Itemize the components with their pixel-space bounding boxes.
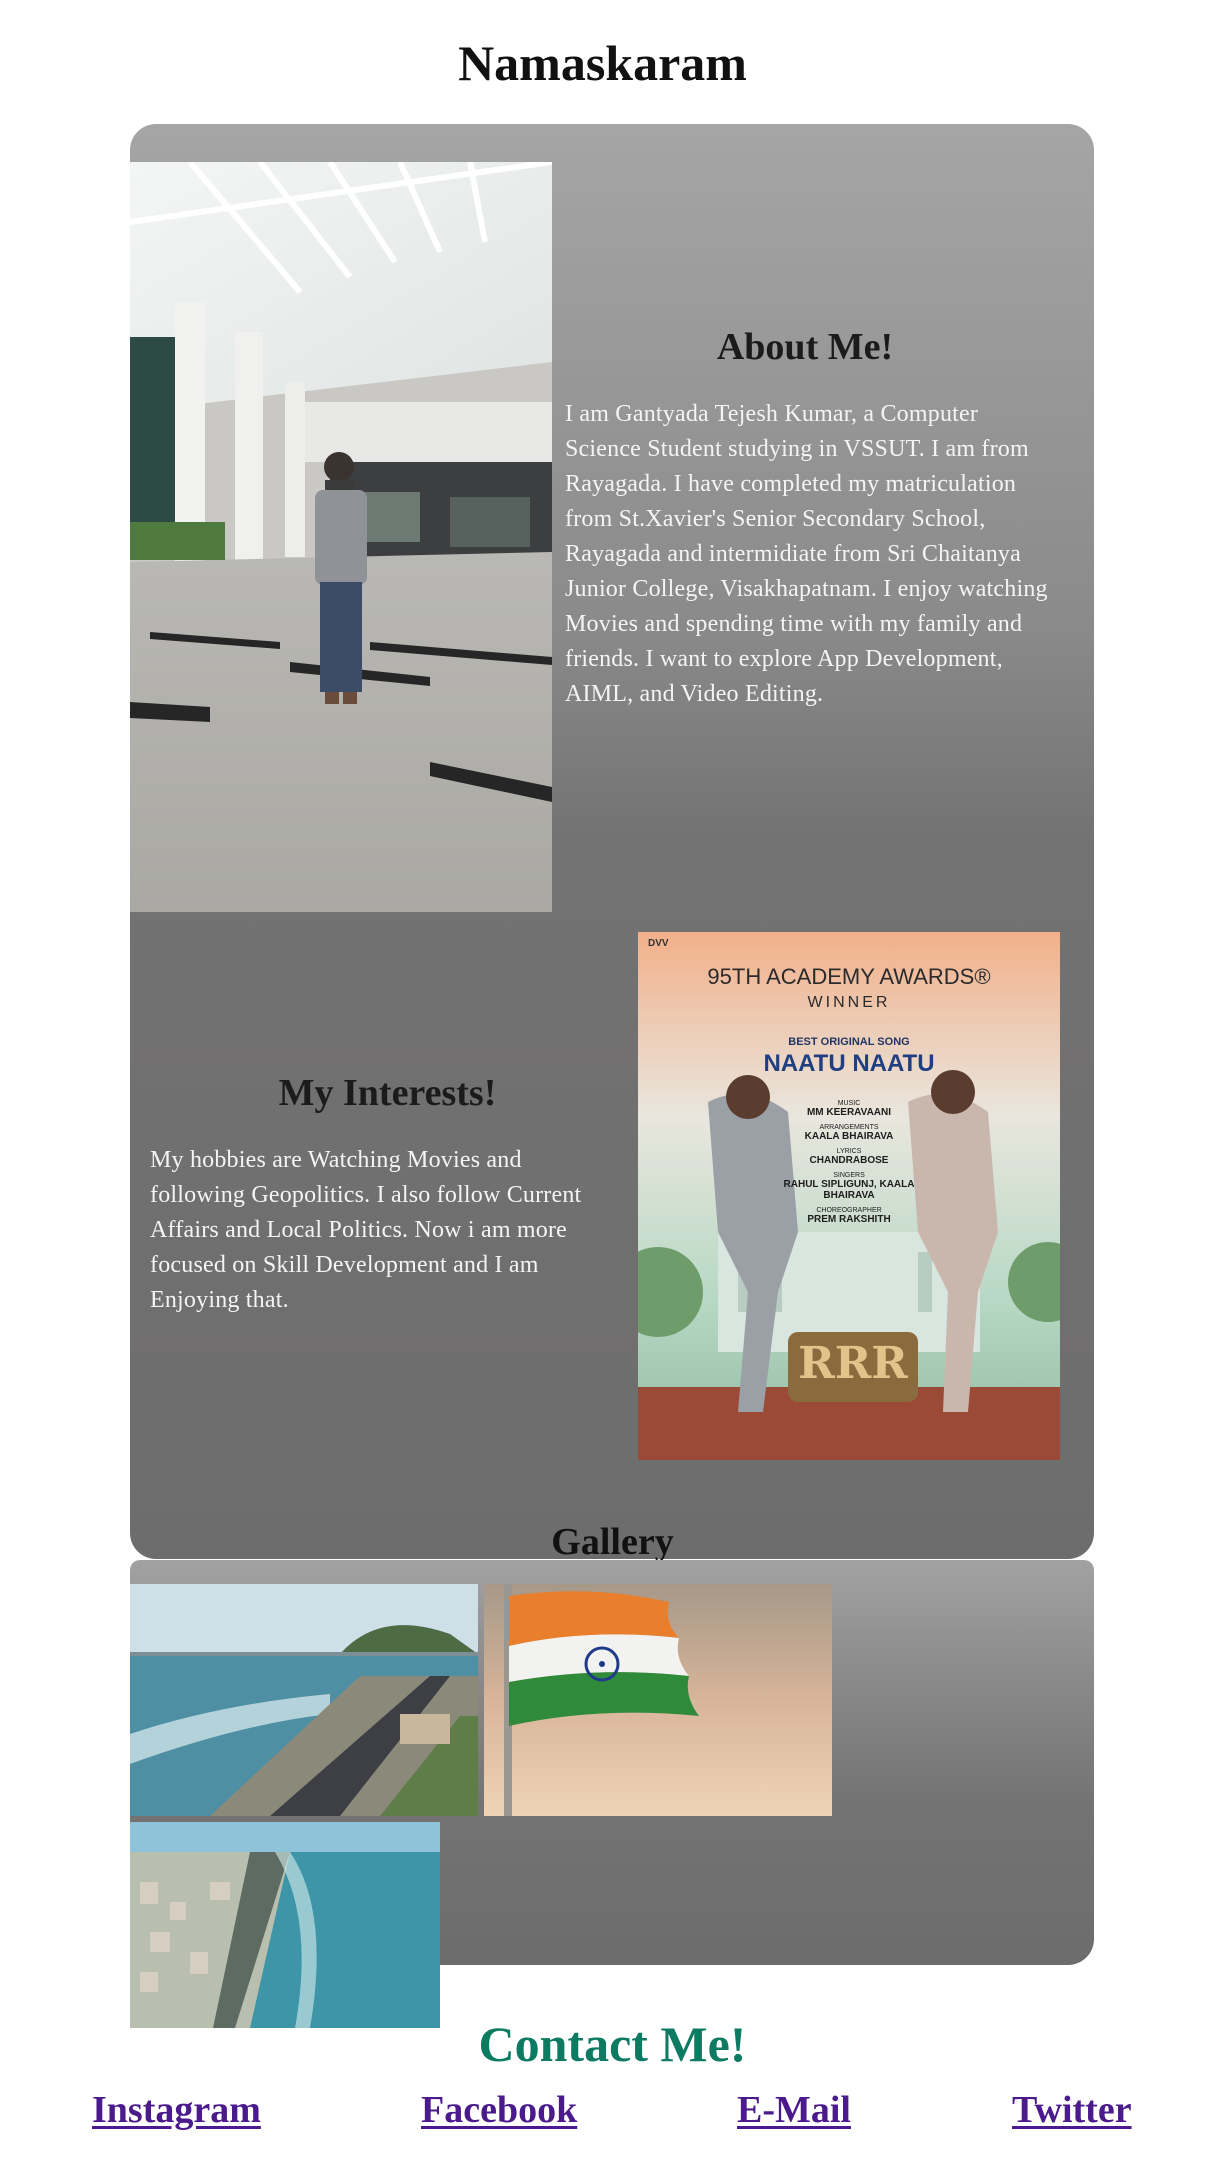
credit-role: ARRANGEMENTS: [819, 1124, 879, 1131]
credit-name: KAALA BHAIRAVA: [804, 1131, 894, 1142]
rrr-poster: DVV 95TH ACADEMY AWARDS® WINNER BEST ORI…: [638, 932, 1060, 1460]
facebook-link[interactable]: Facebook: [421, 2084, 577, 2136]
gallery-image-beach-road[interactable]: [130, 1584, 478, 1816]
interests-text: My hobbies are Watching Movies and follo…: [150, 1147, 582, 1313]
gallery-image-coastline[interactable]: [130, 1822, 440, 2028]
poster-credits: MUSIC MM KEERAVAANI ARRANGEMENTS KAALA B…: [779, 1100, 919, 1225]
credit-role: LYRICS: [836, 1148, 862, 1155]
poster-brand: DVV: [648, 938, 669, 949]
poster-song: NAATU NAATU: [763, 1050, 935, 1077]
instagram-link[interactable]: Instagram: [92, 2084, 261, 2136]
credit-name: PREM RAKSHITH: [807, 1214, 891, 1225]
credit-name: CHANDRABOSE: [809, 1155, 889, 1166]
credit-role: MUSIC: [837, 1100, 861, 1107]
gallery-image-flag[interactable]: [484, 1584, 832, 1816]
poster-line2: WINNER: [807, 994, 891, 1011]
credit-role: SINGERS: [833, 1172, 865, 1179]
credit-name: MM KEERAVAANI: [806, 1107, 892, 1118]
poster-logo: RRR: [798, 1338, 908, 1389]
email-link[interactable]: E-Mail: [737, 2084, 851, 2136]
twitter-link[interactable]: Twitter: [1012, 2084, 1132, 2136]
profile-photo-image: [130, 162, 552, 912]
credit-name: RAHUL SIPLIGUNJ, KAALA BHAIRAVA: [783, 1179, 915, 1201]
credit-role: CHOREOGRAPHER: [816, 1207, 882, 1214]
interests-heading: My Interests!: [278, 1072, 497, 1114]
poster-line1: 95TH ACADEMY AWARDS®: [707, 964, 991, 989]
poster-category: BEST ORIGINAL SONG: [788, 1036, 910, 1048]
about-heading: About Me!: [716, 326, 894, 368]
about-text: I am Gantyada Tejesh Kumar, a Computer S…: [565, 401, 1048, 707]
contact-heading: Contact Me!: [478, 2016, 747, 2072]
page-title: Namaskaram: [458, 35, 747, 91]
profile-photo: [130, 162, 552, 912]
